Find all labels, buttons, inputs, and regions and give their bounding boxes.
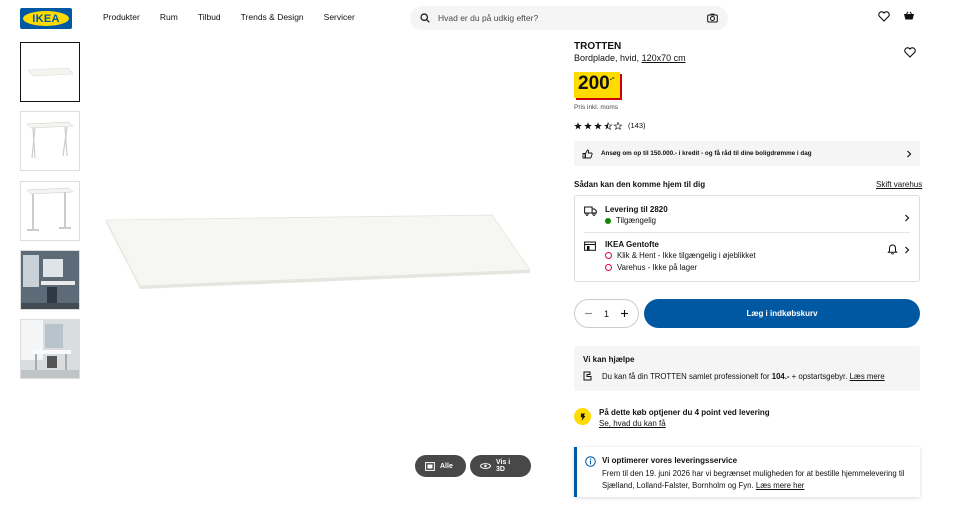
price-suffix: .- bbox=[609, 73, 615, 82]
available-dot bbox=[605, 217, 611, 224]
help-price: 104.- bbox=[771, 371, 790, 381]
thumbnail-desk-trestle[interactable] bbox=[20, 111, 80, 171]
favourite-heart-icon[interactable] bbox=[904, 47, 916, 58]
home-delivery-row[interactable]: Levering til 2820 Tilgængelig bbox=[584, 205, 910, 225]
camera-icon[interactable] bbox=[707, 13, 718, 23]
store-icon bbox=[584, 241, 596, 251]
assembly-help-box: Vi kan hjælpe Du kan få din TROTTEN saml… bbox=[574, 346, 920, 391]
all-images-label: Alle bbox=[440, 462, 453, 470]
home-delivery-status: Tilgængelig bbox=[616, 216, 657, 225]
nav-servicer[interactable]: Servicer bbox=[324, 12, 355, 22]
gallery-icon bbox=[425, 461, 435, 471]
assembly-icon bbox=[583, 371, 592, 381]
thumbnail-office-room[interactable] bbox=[20, 250, 80, 310]
thumbnail-desk-frame[interactable] bbox=[20, 181, 80, 241]
notice-text: Frem til den 19. juni 2026 har vi begræn… bbox=[602, 469, 905, 490]
store-row[interactable]: IKEA Gentofte Klik & Hent - Ikke tilgæng… bbox=[584, 240, 910, 272]
help-line: Du kan få din TROTTEN samlet professione… bbox=[583, 371, 885, 381]
info-icon bbox=[585, 456, 596, 467]
price-tag: 200.- bbox=[574, 72, 620, 98]
nav-produkter[interactable]: Produkter bbox=[103, 12, 140, 22]
nav-rum[interactable]: Rum bbox=[160, 12, 178, 22]
cart-icon[interactable] bbox=[903, 11, 915, 22]
loyalty-points: På dette køb optjener du 4 point ved lev… bbox=[574, 408, 770, 428]
all-images-button[interactable]: Alle bbox=[415, 455, 466, 477]
delivery-options: Levering til 2820 Tilgængelig IKEA Gento… bbox=[574, 195, 920, 282]
delivery-notice: Vi optimerer vores leveringsservice Frem… bbox=[574, 447, 920, 497]
points-heading: På dette køb optjener du 4 point ved lev… bbox=[599, 408, 770, 417]
main-nav: Produkter Rum Tilbud Trends & Design Ser… bbox=[103, 12, 375, 22]
click-collect-status: Klik & Hent - Ikke tilgængelig i øjeblik… bbox=[617, 251, 756, 260]
credit-text: Ansøg om op til 150.000.- i kredit - og … bbox=[601, 150, 812, 157]
help-heading: Vi kan hjælpe bbox=[583, 355, 635, 364]
quantity-stepper[interactable]: 1 bbox=[574, 299, 639, 328]
delivery-heading: Sådan kan den komme hjem til dig bbox=[574, 180, 706, 189]
product-desc-text: Bordplade, hvid, bbox=[574, 53, 640, 63]
notice-heading: Vi optimerer vores leveringsservice bbox=[602, 456, 738, 465]
notice-read-more-link[interactable]: Læs mere her bbox=[756, 481, 805, 490]
view-3d-button[interactable]: Vis i 3D bbox=[470, 455, 531, 477]
price-note: Pris inkl. moms bbox=[574, 104, 619, 111]
add-to-cart-label: Læg i indkøbskurv bbox=[746, 309, 818, 318]
thumbnail-office-room-2[interactable] bbox=[20, 319, 80, 379]
credit-banner[interactable]: Ansøg om op til 150.000.- i kredit - og … bbox=[574, 141, 920, 166]
unavailable-dot bbox=[605, 252, 612, 259]
search-icon bbox=[420, 13, 430, 23]
change-store-link[interactable]: Skift varehus bbox=[876, 180, 922, 189]
header-icons bbox=[878, 11, 915, 22]
quantity-value[interactable]: 1 bbox=[604, 309, 609, 319]
warehouse-status: Varehus - Ikke på lager bbox=[617, 263, 698, 272]
search-bar[interactable]: Hvad er du på udkig efter? bbox=[410, 6, 728, 30]
nav-trends-design[interactable]: Trends & Design bbox=[241, 12, 304, 22]
points-link[interactable]: Se, hvad du kan få bbox=[599, 419, 770, 428]
product-name: TROTTEN bbox=[574, 41, 622, 52]
points-icon bbox=[574, 408, 591, 425]
divider bbox=[584, 232, 910, 233]
view-3d-label: Vis i 3D bbox=[495, 459, 511, 473]
chevron-right-icon bbox=[907, 150, 912, 157]
thumbs-up-icon bbox=[582, 149, 593, 158]
help-read-more-link[interactable]: Læs mere bbox=[850, 372, 885, 381]
price-value: 200 bbox=[578, 73, 610, 94]
bell-icon[interactable] bbox=[887, 244, 898, 255]
search-input[interactable]: Hvad er du på udkig efter? bbox=[438, 13, 707, 23]
add-to-cart-button[interactable]: Læg i indkøbskurv bbox=[644, 299, 920, 328]
product-main-image bbox=[100, 200, 540, 305]
unavailable-dot bbox=[605, 264, 612, 271]
truck-icon bbox=[584, 206, 597, 216]
3d-icon bbox=[480, 463, 491, 469]
rating-stars bbox=[574, 121, 622, 130]
rating[interactable]: (143) bbox=[574, 121, 646, 130]
nav-tilbud[interactable]: Tilbud bbox=[198, 12, 221, 22]
chevron-right-icon bbox=[905, 246, 910, 254]
logo-text: IKEA bbox=[23, 11, 69, 26]
thumbnail-tabletop[interactable] bbox=[20, 42, 80, 102]
chevron-right-icon bbox=[905, 214, 910, 222]
plus-icon[interactable] bbox=[620, 309, 629, 318]
product-size-link[interactable]: 120x70 cm bbox=[642, 53, 686, 63]
help-text-post: + opstartsgebyr. bbox=[789, 371, 848, 381]
ikea-logo[interactable]: IKEA bbox=[20, 8, 72, 29]
notice-text-block: Frem til den 19. juni 2026 har vi begræn… bbox=[602, 468, 912, 491]
heart-icon[interactable] bbox=[878, 11, 890, 22]
minus-icon[interactable] bbox=[584, 309, 593, 318]
help-text-pre: Du kan få din TROTTEN samlet professione… bbox=[602, 371, 772, 381]
rating-count: (143) bbox=[628, 121, 646, 130]
product-description: Bordplade, hvid, 120x70 cm bbox=[574, 53, 686, 63]
home-delivery-title: Levering til 2820 bbox=[605, 205, 668, 214]
store-title: IKEA Gentofte bbox=[605, 240, 659, 249]
